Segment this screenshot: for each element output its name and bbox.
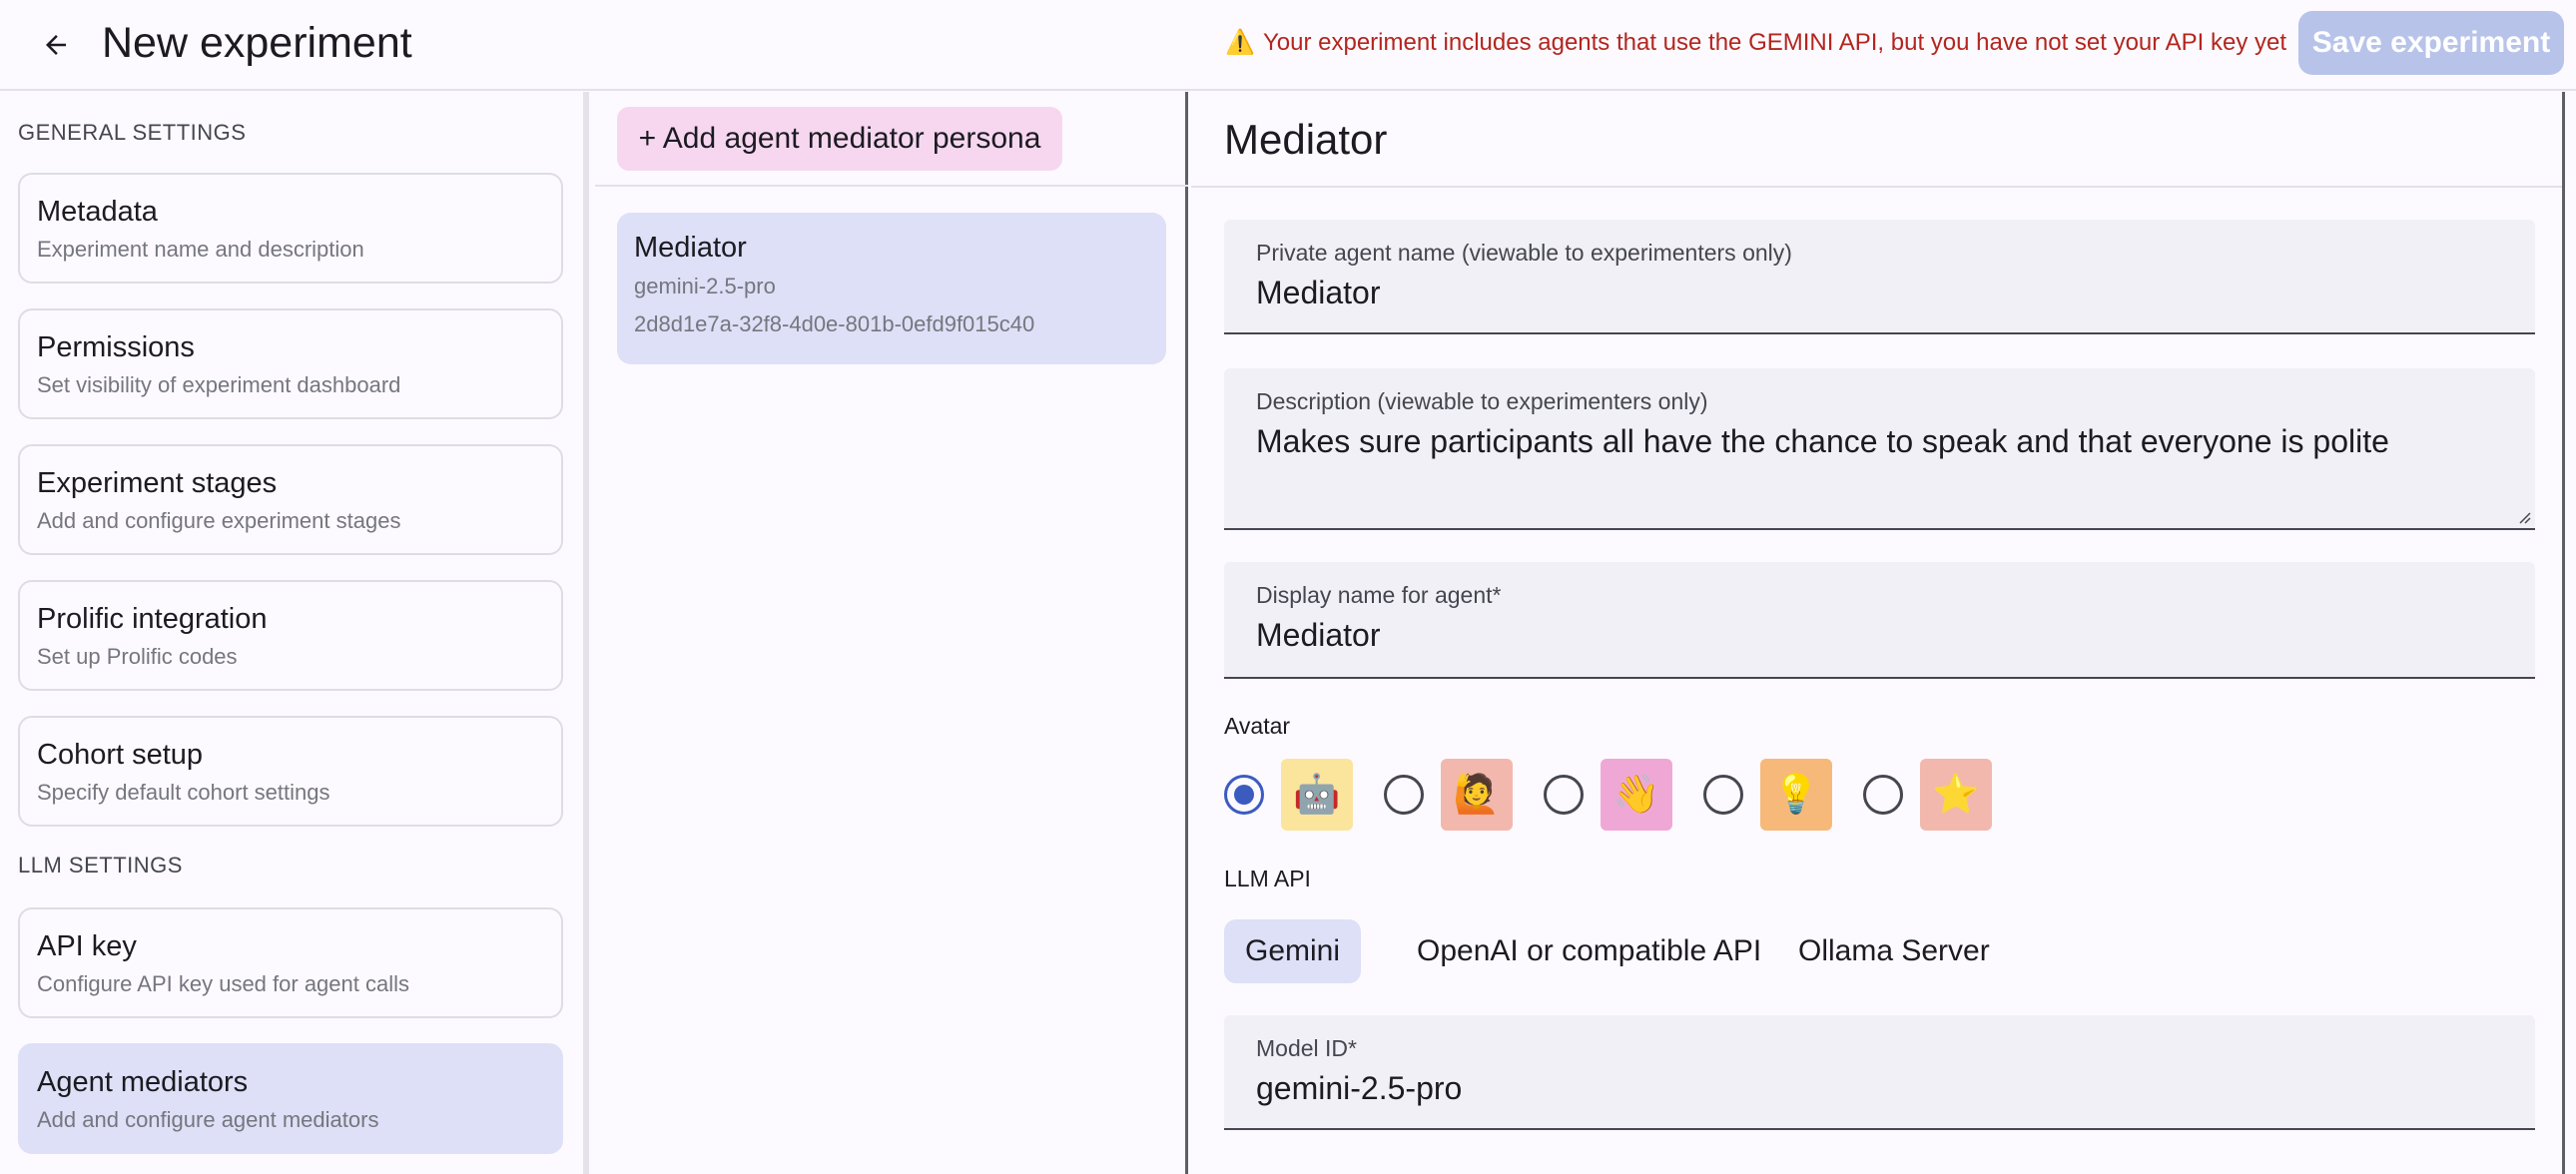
avatar-option-wave[interactable]: 👋 (1544, 758, 1683, 832)
star-icon: ⭐ (1920, 759, 1992, 831)
save-experiment-button[interactable]: Save experiment (2298, 11, 2564, 75)
api-tab-gemini[interactable]: Gemini (1224, 919, 1362, 983)
nav-subtitle: Set visibility of experiment dashboard (37, 372, 401, 397)
radio-button[interactable] (1863, 775, 1903, 815)
page-title: New experiment (102, 19, 412, 67)
add-persona-button[interactable]: + Add agent mediator persona (617, 107, 1062, 171)
display-name-field[interactable]: Display name for agent* Mediator (1224, 562, 2535, 679)
radio-button[interactable] (1703, 775, 1743, 815)
nav-subtitle: Add and configure experiment stages (37, 508, 401, 533)
radio-button[interactable] (1384, 775, 1424, 815)
nav-subtitle: Specify default cohort settings (37, 780, 330, 805)
api-tab-openai[interactable]: OpenAI or compatible API (1396, 919, 1782, 983)
scrollbar[interactable] (2562, 92, 2565, 1174)
nav-title: Metadata (37, 196, 158, 228)
avatar-option-raised-hand[interactable]: 🙋 (1384, 758, 1524, 832)
arrow-left-icon (46, 35, 66, 55)
api-tab-ollama[interactable]: Ollama Server (1777, 919, 2011, 983)
nav-prolific-integration[interactable]: Prolific integration Set up Prolific cod… (18, 580, 563, 691)
display-name-label: Display name for agent* (1256, 582, 1502, 608)
back-button[interactable] (30, 22, 82, 68)
nav-subtitle: Set up Prolific codes (37, 644, 238, 669)
avatar-option-robot[interactable]: 🤖 (1224, 758, 1364, 832)
private-name-field[interactable]: Private agent name (viewable to experime… (1224, 220, 2535, 334)
nav-title: Agent mediators (37, 1066, 249, 1098)
nav-title: Experiment stages (37, 467, 278, 499)
nav-metadata[interactable]: Metadata Experiment name and description (18, 173, 563, 284)
display-name-input[interactable]: Mediator (1256, 614, 2503, 656)
radio-button[interactable] (1224, 775, 1264, 815)
api-key-warning: ⚠️ Your experiment includes agents that … (1225, 25, 2286, 61)
model-id-label: Model ID* (1256, 1035, 1357, 1061)
llm-api-label: LLM API (1224, 866, 1311, 891)
warning-text: Your experiment includes agents that use… (1262, 29, 2286, 56)
person-raising-hand-icon: 🙋 (1441, 759, 1513, 831)
resize-handle-icon[interactable] (2517, 510, 2531, 524)
lightbulb-icon: 💡 (1760, 759, 1832, 831)
waving-hand-icon: 👋 (1601, 759, 1672, 831)
nav-permissions[interactable]: Permissions Set visibility of experiment… (18, 308, 563, 419)
nav-subtitle: Experiment name and description (37, 237, 364, 262)
avatar-label: Avatar (1224, 713, 1291, 739)
general-settings-heading: GENERAL SETTINGS (18, 120, 247, 145)
model-id-input[interactable]: gemini-2.5-pro (1256, 1067, 2503, 1109)
persona-editor: Mediator Private agent name (viewable to… (1191, 92, 2562, 1174)
description-textarea[interactable]: Makes sure participants all have the cha… (1256, 420, 2503, 462)
nav-title: API key (37, 930, 137, 962)
radio-button[interactable] (1544, 775, 1584, 815)
model-id-field[interactable]: Model ID* gemini-2.5-pro (1224, 1015, 2535, 1130)
nav-agent-mediators[interactable]: Agent mediators Add and configure agent … (18, 1043, 563, 1154)
persona-list-panel: + Add agent mediator persona Mediator ge… (595, 92, 1188, 1174)
avatar-option-star[interactable]: ⭐ (1863, 758, 2003, 832)
nav-cohort-setup[interactable]: Cohort setup Specify default cohort sett… (18, 716, 563, 827)
nav-title: Cohort setup (37, 739, 204, 771)
persona-model: gemini-2.5-pro (634, 274, 776, 298)
nav-subtitle: Configure API key used for agent calls (37, 971, 409, 996)
nav-title: Permissions (37, 331, 195, 363)
persona-id: 2d8d1e7a-32f8-4d0e-801b-0efd9f015c40 (634, 311, 1035, 336)
private-name-label: Private agent name (viewable to experime… (1256, 240, 1792, 266)
warning-icon: ⚠️ (1225, 29, 1255, 56)
nav-subtitle: Add and configure agent mediators (37, 1107, 379, 1132)
editor-title: Mediator (1224, 116, 1388, 163)
top-bar: New experiment ⚠️ Your experiment includ… (0, 0, 2576, 91)
avatar-option-lightbulb[interactable]: 💡 (1703, 758, 1843, 832)
nav-title: Prolific integration (37, 603, 268, 635)
persona-card[interactable]: Mediator gemini-2.5-pro 2d8d1e7a-32f8-4d… (617, 213, 1166, 364)
nav-experiment-stages[interactable]: Experiment stages Add and configure expe… (18, 444, 563, 555)
robot-icon: 🤖 (1281, 759, 1353, 831)
persona-name: Mediator (634, 232, 747, 264)
settings-sidebar: GENERAL SETTINGS Metadata Experiment nam… (0, 92, 589, 1174)
persona-toolbar: + Add agent mediator persona (595, 92, 1188, 187)
private-name-input[interactable]: Mediator (1256, 272, 2503, 313)
llm-settings-heading: LLM SETTINGS (18, 853, 183, 878)
nav-api-key[interactable]: API key Configure API key used for agent… (18, 907, 563, 1018)
description-label: Description (viewable to experimenters o… (1256, 388, 1708, 414)
description-field[interactable]: Description (viewable to experimenters o… (1224, 368, 2535, 530)
divider (1191, 186, 2562, 188)
